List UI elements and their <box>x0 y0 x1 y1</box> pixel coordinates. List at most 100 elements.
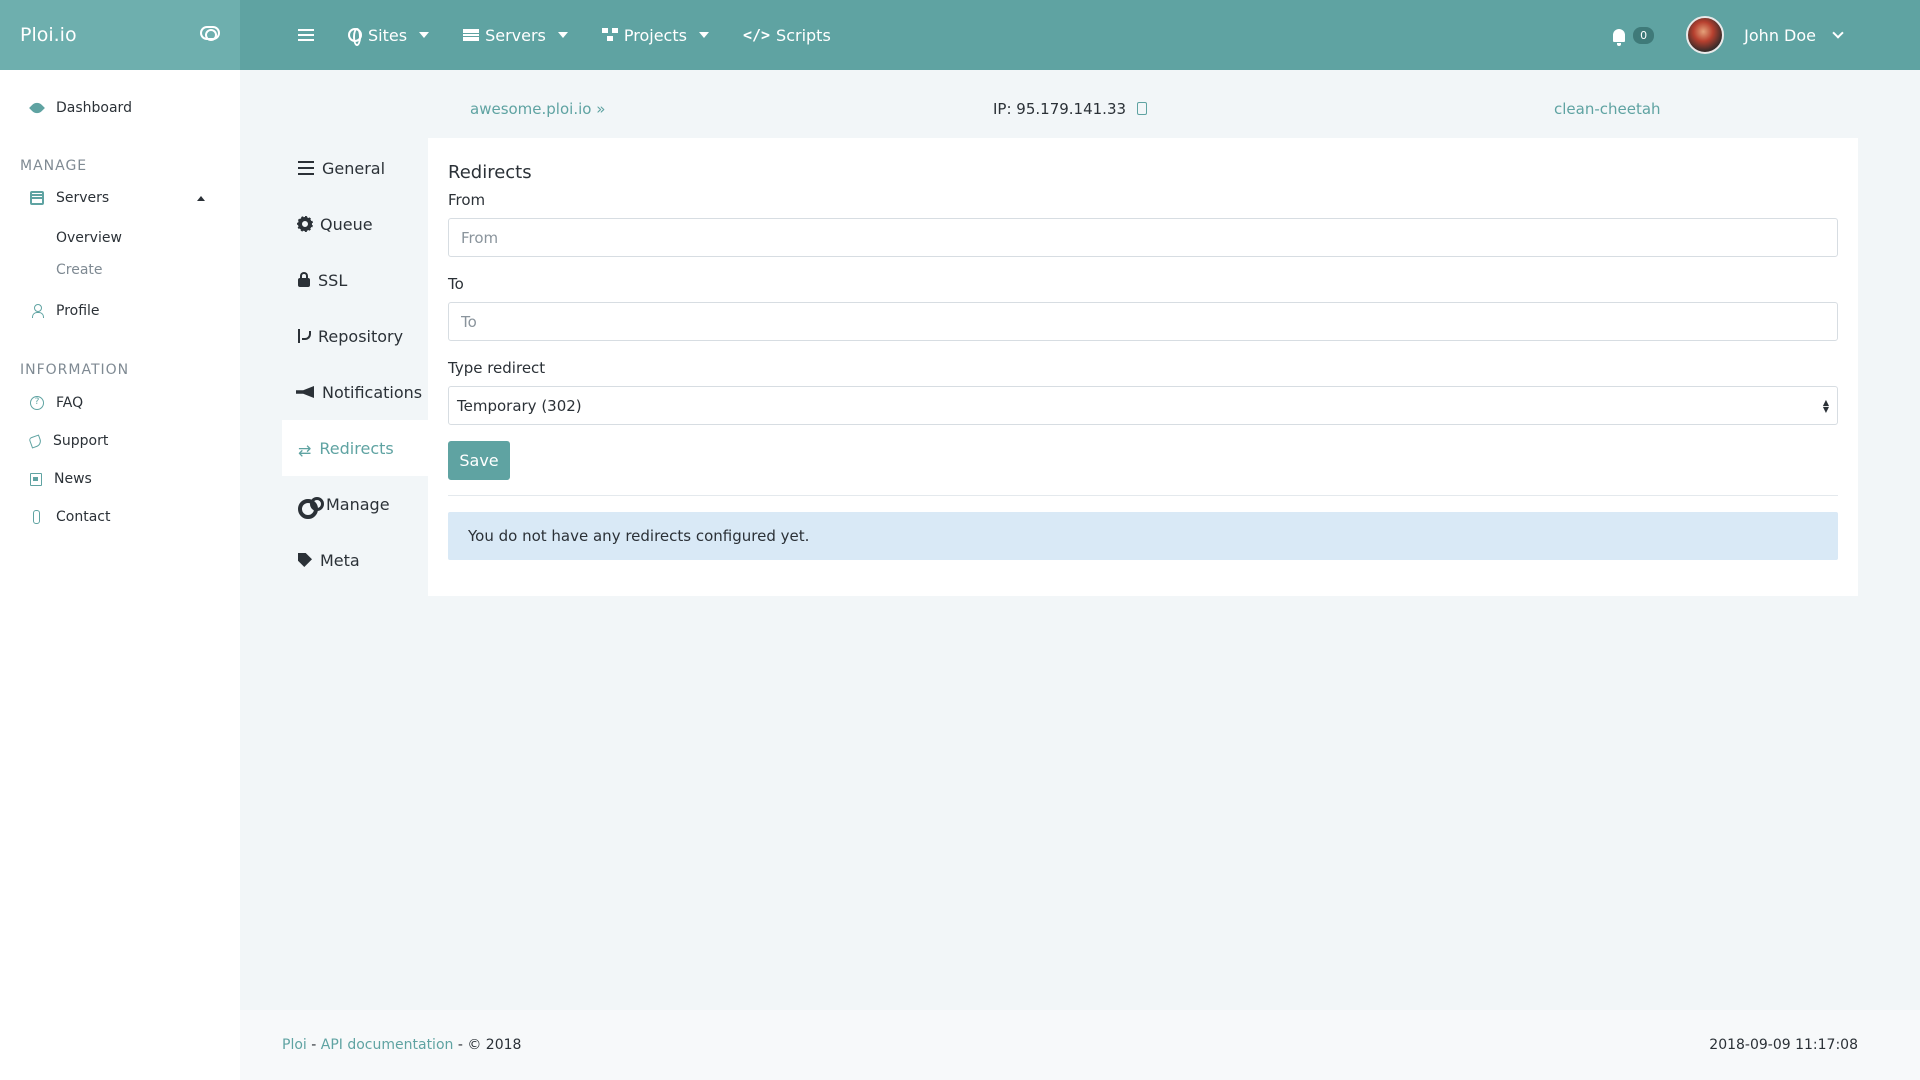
caret-down-icon <box>698 32 709 38</box>
panel-title: Redirects <box>448 162 532 183</box>
nav-scripts-label: Scripts <box>776 25 831 45</box>
cogs-icon <box>298 497 324 519</box>
sidebar-item-support[interactable]: Support <box>28 433 109 449</box>
tab-ssl[interactable]: SSL <box>282 252 428 308</box>
code-branch-icon <box>298 329 311 343</box>
sidebar-section-information: INFORMATION <box>20 362 130 378</box>
site-domain: awesome.ploi.io <box>470 100 592 118</box>
sidebar-toggle-icon[interactable] <box>200 26 220 41</box>
nav-sites[interactable]: Sites <box>348 26 430 46</box>
sidebar-item-profile[interactable]: Profile <box>30 303 100 319</box>
caret-up-icon <box>197 196 205 201</box>
user-icon <box>30 304 44 318</box>
tag-icon <box>298 553 312 567</box>
sidebar-item-label: Dashboard <box>56 100 132 116</box>
tab-label: Queue <box>320 214 373 234</box>
bullhorn-icon <box>296 386 314 398</box>
server-icon <box>463 29 480 41</box>
globe-icon <box>348 28 362 46</box>
user-name: John Doe <box>1744 25 1816 45</box>
select-arrows-icon: ▲ ▼ <box>1822 398 1829 414</box>
server-icon <box>30 191 44 205</box>
double-chevron-right-icon: » <box>596 100 606 118</box>
to-label: To <box>448 275 464 293</box>
tab-label: Notifications <box>322 382 423 402</box>
question-circle-icon: ? <box>30 396 44 410</box>
tab-label: SSL <box>318 270 348 290</box>
divider <box>448 495 1838 496</box>
sidebar-item-label: Profile <box>56 303 100 319</box>
footer: Ploi - API documentation - © 2018 2018-0… <box>240 1010 1920 1080</box>
sidebar-subitem-create[interactable]: Create <box>56 262 103 278</box>
caret-down-icon <box>419 32 430 38</box>
avatar <box>1686 16 1725 54</box>
redirects-panel: Redirects From To Type redirect Temporar… <box>428 138 1858 596</box>
tab-notifications[interactable]: Notifications <box>282 364 428 420</box>
list-icon <box>298 161 314 175</box>
tab-label: Meta <box>320 550 360 570</box>
brand-logo[interactable]: Ploi.io <box>0 0 240 70</box>
cog-icon <box>297 216 313 232</box>
phone-icon <box>28 433 43 449</box>
newspaper-icon <box>30 472 42 486</box>
mobile-icon <box>33 510 40 524</box>
code-icon: </> <box>742 26 771 44</box>
from-input[interactable] <box>448 218 1838 257</box>
tab-redirects[interactable]: ⇄ Redirects <box>282 420 428 476</box>
sidebar-item-contact[interactable]: Contact <box>30 509 110 525</box>
tab-label: Repository <box>318 326 404 346</box>
bell-icon[interactable] <box>1613 28 1626 46</box>
sidebar-item-label: Contact <box>56 509 111 525</box>
footer-timestamp: 2018-09-09 11:17:08 <box>1709 1037 1858 1053</box>
menu-icon[interactable] <box>298 29 314 41</box>
sidebar-item-label: Support <box>53 433 109 449</box>
clipboard-icon[interactable] <box>1136 102 1147 115</box>
sidebar-section-manage: MANAGE <box>20 158 88 174</box>
type-redirect-select[interactable]: Temporary (302) ▲ ▼ <box>448 386 1838 425</box>
tab-label: Manage <box>326 494 390 514</box>
sidebar-item-label: Servers <box>56 190 110 206</box>
sidebar-item-label: News <box>54 471 92 487</box>
sidebar-item-faq[interactable]: ? FAQ <box>30 395 83 411</box>
footer-separator: - <box>306 1037 321 1053</box>
tab-general[interactable]: General <box>282 140 428 196</box>
user-menu[interactable]: John Doe <box>1686 16 1844 54</box>
api-documentation-link[interactable]: API documentation <box>321 1037 454 1053</box>
footer-credits: Ploi - API documentation - © 2018 <box>282 1037 521 1053</box>
top-navbar: Sites Servers Projects </> Scripts 0 Joh… <box>240 0 1920 70</box>
site-domain-link[interactable]: awesome.ploi.io » <box>470 100 605 118</box>
tab-repository[interactable]: Repository <box>282 308 428 364</box>
sitemap-icon <box>601 28 618 42</box>
type-redirect-value: Temporary (302) <box>457 396 582 415</box>
site-tabs: General Queue SSL Repository Notificatio… <box>282 140 428 588</box>
exchange-icon: ⇄ <box>298 441 312 460</box>
server-name-link[interactable]: clean-cheetah <box>1554 100 1661 118</box>
lock-icon <box>298 272 310 287</box>
nav-projects[interactable]: Projects <box>601 25 709 45</box>
sidebar-subitem-overview[interactable]: Overview <box>56 230 122 246</box>
to-input[interactable] <box>448 302 1838 341</box>
tab-queue[interactable]: Queue <box>282 196 428 252</box>
sidebar-item-news[interactable]: News <box>30 471 92 487</box>
nav-scripts[interactable]: </> Scripts <box>743 26 831 45</box>
caret-down-icon <box>557 32 568 38</box>
ploi-link[interactable]: Ploi <box>282 1037 307 1053</box>
rocket-icon <box>29 100 45 116</box>
sidebar-item-dashboard[interactable]: Dashboard <box>29 100 132 116</box>
tab-manage[interactable]: Manage <box>282 476 428 532</box>
sidebar: Dashboard MANAGE Servers Overview Create… <box>0 70 240 1080</box>
notification-count-badge: 0 <box>1633 26 1655 44</box>
empty-redirects-alert: You do not have any redirects configured… <box>448 512 1838 560</box>
type-redirect-label: Type redirect <box>448 359 546 377</box>
nav-servers[interactable]: Servers <box>463 26 568 45</box>
from-label: From <box>448 191 486 209</box>
site-ip: IP: 95.179.141.33 <box>993 100 1147 118</box>
tab-meta[interactable]: Meta <box>282 532 428 588</box>
nav-projects-label: Projects <box>623 25 687 45</box>
nav-servers-label: Servers <box>485 25 546 45</box>
brand-name: Ploi.io <box>20 24 77 46</box>
site-ip-text: IP: 95.179.141.33 <box>993 100 1127 118</box>
chevron-down-icon <box>1832 27 1844 39</box>
sidebar-item-servers[interactable]: Servers <box>30 190 109 206</box>
save-button[interactable]: Save <box>448 441 510 480</box>
